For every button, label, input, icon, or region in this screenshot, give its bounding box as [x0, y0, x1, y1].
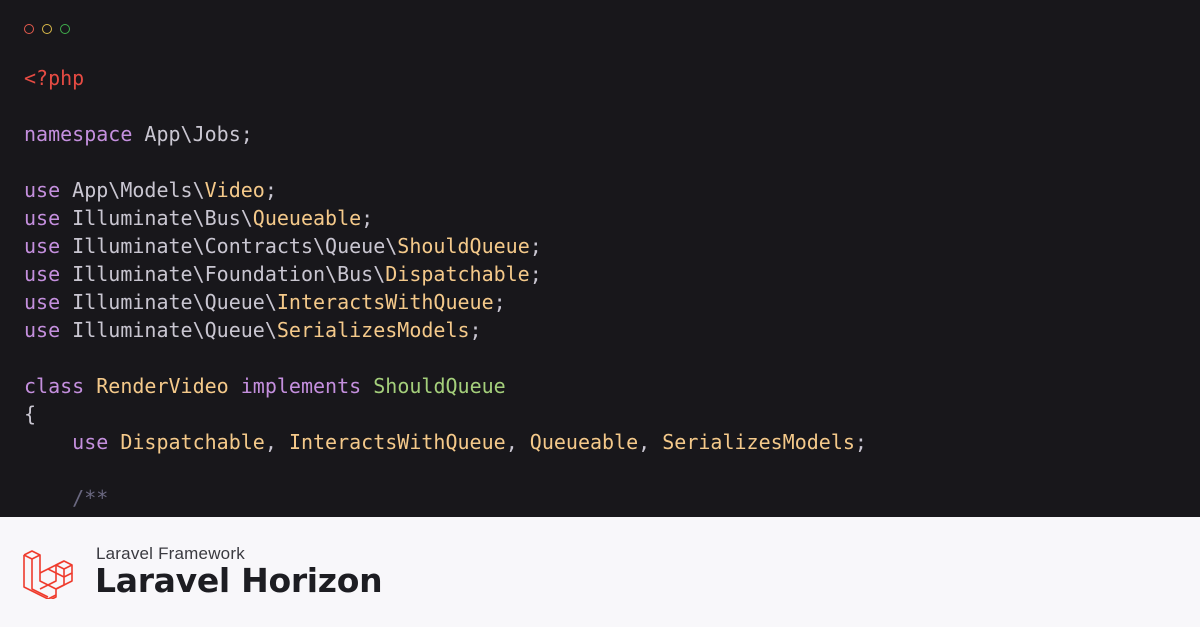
code-token: , [505, 430, 530, 454]
code-token: RenderVideo [96, 374, 229, 398]
code-token: use [24, 178, 61, 202]
code-token: SerializesModels [276, 318, 470, 342]
code-line: class RenderVideo implements ShouldQueue [24, 372, 867, 400]
maximize-dot-icon[interactable] [60, 24, 70, 34]
code-editor-window: <?php namespace App\Jobs; use App\Models… [0, 0, 1200, 517]
code-token: use [72, 430, 109, 454]
code-line: namespace App\Jobs; [24, 120, 867, 148]
code-token: InteractsWithQueue [288, 430, 506, 454]
code-token: ; [854, 430, 867, 454]
window-controls [24, 24, 70, 34]
code-token: Queueable [529, 430, 639, 454]
code-line: use Illuminate\Queue\SerializesModels; [24, 316, 867, 344]
code-block: <?php namespace App\Jobs; use App\Models… [24, 64, 867, 512]
code-line: { [24, 400, 867, 428]
code-token: namespace [24, 122, 133, 146]
code-token: Queueable [252, 206, 362, 230]
code-token: ; [493, 290, 506, 314]
code-line: /** [24, 484, 867, 512]
code-token: Illuminate\Queue\ [60, 318, 277, 342]
code-token: implements [240, 374, 362, 398]
code-line: use Dispatchable, InteractsWithQueue, Qu… [24, 428, 867, 456]
code-token: Illuminate\Foundation\Bus\ [60, 262, 386, 286]
footer-banner: Laravel Framework Laravel Horizon [0, 517, 1200, 627]
code-token: ShouldQueue [373, 374, 506, 398]
code-line: use App\Models\Video; [24, 176, 867, 204]
code-token: Dispatchable [385, 262, 530, 286]
code-line: use Illuminate\Contracts\Queue\ShouldQue… [24, 232, 867, 260]
code-token: SerializesModels [662, 430, 855, 454]
code-token: Illuminate\Queue\ [60, 290, 277, 314]
code-token: App\Models\ [60, 178, 205, 202]
close-dot-icon[interactable] [24, 24, 34, 34]
code-token: /** [72, 486, 109, 510]
code-line: use Illuminate\Foundation\Bus\Dispatchab… [24, 260, 867, 288]
footer-title: Laravel Horizon [95, 561, 383, 600]
code-token: { [24, 402, 37, 426]
code-token: use [24, 290, 61, 314]
code-token: use [24, 318, 61, 342]
code-token: <?php [24, 66, 85, 90]
code-token: Video [204, 178, 265, 202]
code-token: ; [264, 178, 277, 202]
code-token: ; [529, 234, 542, 258]
code-token: use [24, 262, 61, 286]
minimize-dot-icon[interactable] [42, 24, 52, 34]
code-token: use [24, 206, 61, 230]
code-token: Illuminate\Bus\ [60, 206, 253, 230]
code-token: ; [529, 262, 542, 286]
code-token: use [24, 234, 61, 258]
code-token: App\Jobs; [132, 122, 253, 146]
code-token: ShouldQueue [397, 234, 530, 258]
code-line: use Illuminate\Bus\Queueable; [24, 204, 867, 232]
code-token: , [638, 430, 663, 454]
code-token: InteractsWithQueue [276, 290, 494, 314]
code-token: ; [361, 206, 374, 230]
code-token: Illuminate\Contracts\Queue\ [60, 234, 398, 258]
code-token: Dispatchable [120, 430, 265, 454]
code-line: use Illuminate\Queue\InteractsWithQueue; [24, 288, 867, 316]
laravel-logo-icon [23, 550, 73, 599]
code-token: class [24, 374, 85, 398]
code-token: , [264, 430, 289, 454]
code-line: <?php [24, 64, 867, 92]
code-token: ; [469, 318, 482, 342]
